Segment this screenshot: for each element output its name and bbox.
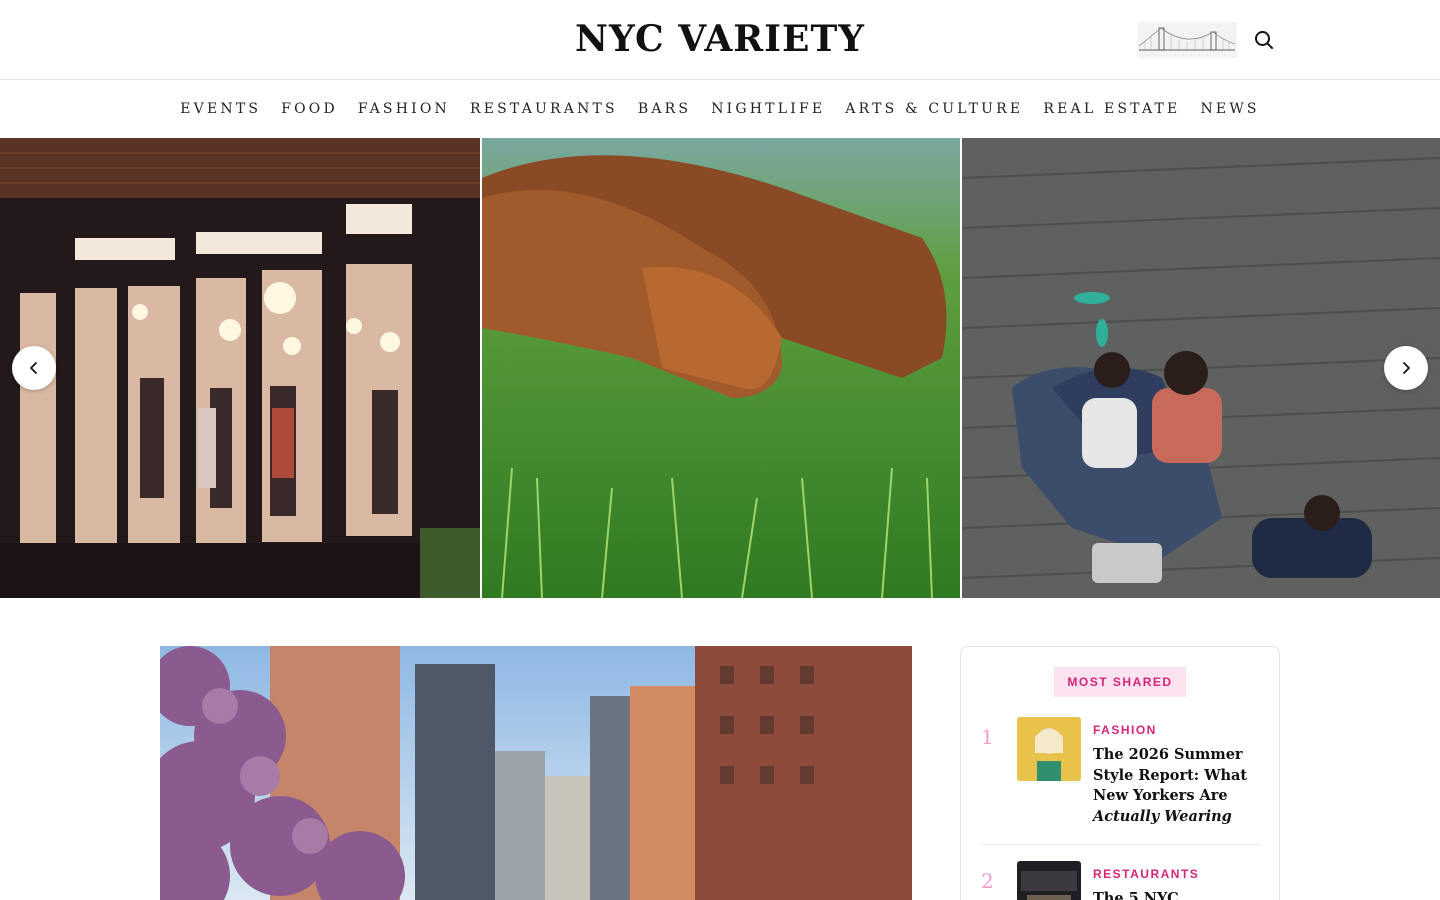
nav-item-food[interactable]: FOOD [281, 101, 338, 117]
site-header: NYC VARIETY [0, 0, 1440, 80]
article-title-emphasis: Actually Wearing [1093, 807, 1232, 825]
search-icon[interactable] [1252, 28, 1276, 52]
nav-item-real-estate[interactable]: REAL ESTATE [1043, 101, 1180, 117]
main-nav: EVENTS FOOD FASHION RESTAURANTS BARS NIG… [0, 81, 1440, 137]
article-title-text: The 5 NYC Restaurant [1093, 890, 1179, 900]
rank-number: 2 [981, 869, 994, 893]
featured-article-image[interactable] [160, 646, 912, 900]
bridge-skyline-icon [1137, 22, 1237, 58]
nav-item-nightlife[interactable]: NIGHTLIFE [711, 101, 825, 117]
nav-item-events[interactable]: EVENTS [180, 101, 261, 117]
article-thumbnail[interactable] [1017, 717, 1081, 781]
article-title[interactable]: The 5 NYC Restaurant [1093, 889, 1263, 900]
rank-number: 1 [981, 725, 994, 749]
most-shared-badge: MOST SHARED [1054, 667, 1186, 697]
item-divider [981, 844, 1261, 845]
article-title[interactable]: The 2026 Summer Style Report: What New Y… [1093, 745, 1263, 827]
nav-item-bars[interactable]: BARS [638, 101, 691, 117]
nav-item-restaurants[interactable]: RESTAURANTS [470, 101, 618, 117]
carousel-prev-button[interactable] [12, 346, 56, 390]
carousel-next-button[interactable] [1384, 346, 1428, 390]
article-title-text: The 2026 Summer Style Report: What New Y… [1093, 746, 1248, 804]
article-thumbnail[interactable] [1017, 861, 1081, 900]
hero-carousel [0, 138, 1440, 598]
chevron-right-icon [1403, 362, 1410, 374]
nav-item-fashion[interactable]: FASHION [358, 101, 450, 117]
article-category[interactable]: RESTAURANTS [1093, 867, 1199, 881]
carousel-slide-restaurant[interactable] [0, 138, 480, 598]
carousel-slide-dogs[interactable] [482, 138, 960, 598]
nav-item-arts-culture[interactable]: ARTS & CULTURE [845, 101, 1023, 117]
most-shared-panel: MOST SHARED 1 FASHION The 2026 Summer St… [960, 646, 1280, 900]
article-category[interactable]: FASHION [1093, 723, 1157, 737]
nav-item-news[interactable]: NEWS [1200, 101, 1259, 117]
chevron-left-icon [30, 362, 37, 374]
carousel-slide-deck[interactable] [962, 138, 1440, 598]
